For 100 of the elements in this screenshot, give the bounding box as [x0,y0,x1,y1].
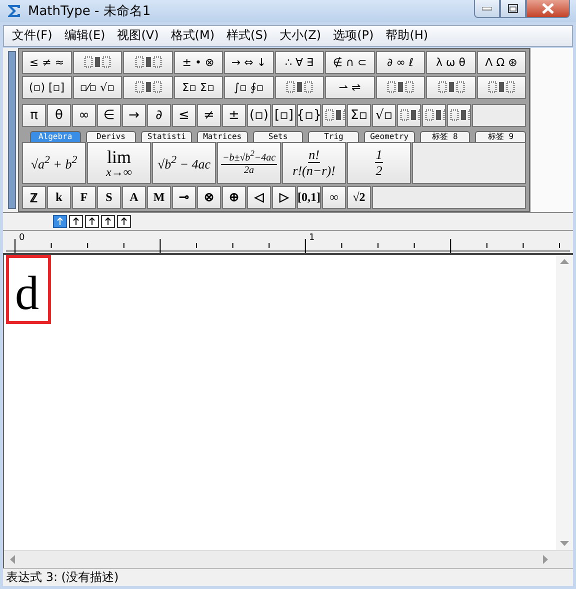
palette-handle[interactable] [8,50,16,209]
template-icon [284,80,314,94]
palette-tab[interactable]: Matrices [197,130,248,142]
palette-button[interactable]: ⊗ [197,186,221,209]
palette-button[interactable]: ∂ [147,104,171,127]
palette-button[interactable]: ⇀ ⇌ [325,76,374,99]
status-text: 表达式 3: (没有描述) [6,569,119,586]
palette-button[interactable]: Σ▫ [347,104,371,127]
palette-button[interactable] [447,104,471,127]
palette-button[interactable]: S [97,186,121,209]
nudge-button[interactable] [53,214,67,228]
palette-button[interactable] [476,76,526,99]
palette-button[interactable]: {▫} [297,104,321,127]
palette-button[interactable]: ≠ [197,104,221,127]
palette-button[interactable]: [▫] [272,104,296,127]
template-icon [448,108,470,122]
palette-button[interactable] [376,76,425,99]
ruler-label: 1 [309,232,315,243]
palette-button[interactable]: ∂ ∞ ℓ [376,50,425,74]
menu-item[interactable]: 选项(P) [327,27,380,44]
palette-button[interactable] [422,104,446,127]
vertical-scrollbar[interactable] [556,254,573,550]
palette-button[interactable] [123,50,172,74]
minimize-button[interactable] [474,0,500,18]
palette-button[interactable]: M [147,186,171,209]
palette-button[interactable] [426,76,476,99]
palette-button[interactable]: → [122,104,146,127]
palette-button[interactable]: √▫ [372,104,396,127]
palette-button[interactable]: Λ Ω ⊛ [476,50,526,74]
palette-button[interactable]: ∴ ∀ ∃ [274,50,324,74]
palette-button[interactable]: Σ▫ Σ▫ [174,76,223,99]
template-button[interactable]: n! r!(n−r)! [282,142,346,184]
palette-button[interactable]: ≤ [172,104,196,127]
palette-button[interactable]: ▷ [272,186,296,209]
window-title: MathType - 未命名1 [28,2,151,20]
template-icon [132,80,163,94]
palette-button[interactable]: ∈ [97,104,121,127]
close-icon [542,3,554,14]
palette-tab[interactable]: Geometry [364,130,415,142]
palette-button[interactable]: k [47,186,71,209]
palette-tab[interactable]: Statisti [141,130,192,142]
maximize-icon [508,4,518,13]
nudge-button[interactable] [101,214,115,228]
nudge-button[interactable] [117,214,131,228]
palette-button[interactable]: (▫) [▫] [22,76,72,99]
template-button[interactable]: lim x→∞ [87,142,151,184]
arrow-icon [104,216,112,226]
palette-tab[interactable]: 标签 9 [475,130,526,142]
palette-button[interactable] [274,76,324,99]
nudge-button[interactable] [69,214,83,228]
minimize-icon [482,6,492,10]
palette-button[interactable]: ◁ [247,186,271,209]
palette-tab[interactable]: Derivs [86,130,136,142]
palette-button[interactable]: → ⇔ ↓ [224,50,274,74]
arrow-icon [56,216,64,226]
palette-button[interactable]: √2 [347,186,371,209]
palette-button[interactable]: ∉ ∩ ⊂ [325,50,374,74]
scroll-up-icon[interactable] [560,258,569,264]
palette-button[interactable]: ⊕ [222,186,246,209]
scroll-down-icon[interactable] [560,541,569,546]
template-button[interactable]: 1 2 [347,142,411,184]
palette-button[interactable]: F [72,186,96,209]
nudge-button[interactable] [85,214,99,228]
palette-tab[interactable]: Sets [252,130,304,142]
template-button[interactable]: √a$^{2}$ + b$^{2}$ [22,142,86,184]
palette-button[interactable]: ∫▫ ∮▫ [224,76,274,99]
close-button[interactable] [526,0,570,18]
menu-item[interactable]: 编辑(E) [58,27,112,44]
palette-button[interactable]: ∞ [322,186,346,209]
palette-button[interactable]: ≤ ≠ ≈ [22,50,72,74]
template-button[interactable]: √b$^{2}$ − 4ac [152,142,216,184]
template-icon [436,80,466,94]
palette-button[interactable]: ▫⁄▫ √▫ [72,76,122,99]
menu-item[interactable]: 格式(M) [164,27,221,44]
palette-button[interactable] [322,104,346,127]
palette-button[interactable]: θ [47,104,71,127]
palette-button[interactable]: A [122,186,146,209]
menu-item[interactable]: 样式(S) [220,27,274,44]
ruler-label: 0 [19,232,25,243]
template-button[interactable]: −b±√b$^{2}$−4ac 2a [217,142,281,184]
template-icon [82,55,112,70]
palette-button[interactable]: ∞ [72,104,96,127]
palette-button[interactable] [123,76,172,99]
maximize-button[interactable] [500,0,526,18]
menu-item[interactable]: 大小(Z) [274,27,328,44]
palette-button[interactable]: (▫) [247,104,271,127]
palette-button[interactable] [72,50,122,74]
menu-item[interactable]: 文件(F) [6,27,58,44]
palette-button[interactable]: ± [222,104,246,127]
palette-button[interactable]: ⊸ [172,186,196,209]
palette-button[interactable]: ± • ⊗ [174,50,223,74]
palette-tab[interactable]: Trig [308,130,360,142]
palette-button[interactable]: [0,1] [297,186,321,209]
menu-item[interactable]: 帮助(H) [380,27,434,44]
palette-button[interactable]: ℤ [22,186,46,209]
menu-item[interactable]: 视图(V) [111,27,165,44]
palette-button[interactable]: π [22,104,46,127]
palette-button[interactable] [397,104,421,127]
palette-tab[interactable]: 标签 8 [420,130,470,142]
palette-button[interactable]: λ ω θ [426,50,476,74]
